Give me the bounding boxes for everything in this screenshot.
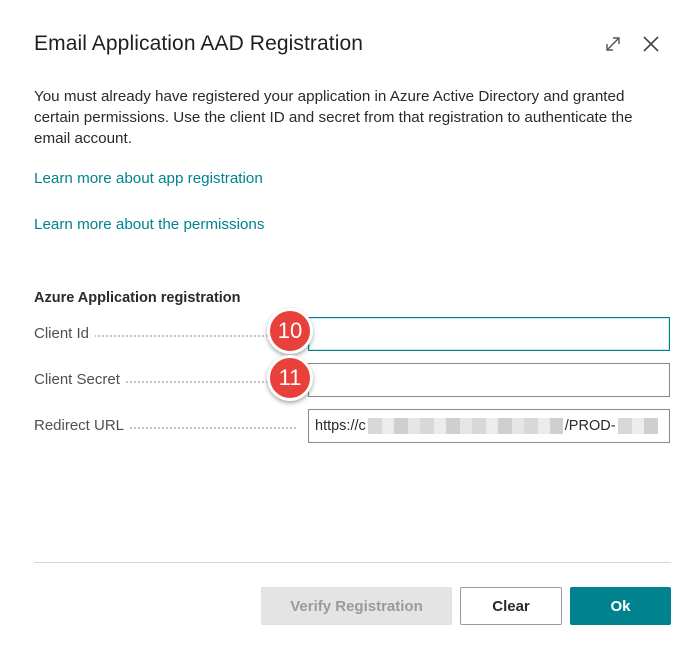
redirect-url-field[interactable]: https://c /PROD- bbox=[308, 409, 670, 443]
expand-icon[interactable] bbox=[601, 32, 625, 56]
footer-divider bbox=[34, 562, 671, 563]
client-id-input[interactable] bbox=[308, 317, 670, 351]
redirect-url-row: Redirect URL https://c /PROD- bbox=[34, 409, 671, 443]
client-id-label: Client Id bbox=[34, 325, 96, 342]
client-secret-input[interactable] bbox=[308, 363, 670, 397]
learn-more-permissions-link[interactable]: Learn more about the permissions bbox=[34, 216, 264, 233]
learn-more-app-registration-link[interactable]: Learn more about app registration bbox=[34, 170, 263, 187]
client-secret-label: Client Secret bbox=[34, 371, 126, 388]
close-icon[interactable] bbox=[639, 32, 663, 56]
redirect-url-prefix: https://c bbox=[315, 418, 366, 434]
verify-registration-button[interactable]: Verify Registration bbox=[261, 587, 452, 625]
ok-button[interactable]: Ok bbox=[570, 587, 671, 625]
step-badge-10: 10 bbox=[267, 308, 313, 354]
client-secret-row: Client Secret bbox=[34, 363, 671, 397]
redirect-url-label: Redirect URL bbox=[34, 417, 131, 434]
redacted-block bbox=[367, 418, 563, 434]
client-id-row: Client Id bbox=[34, 317, 671, 351]
dialog: Email Application AAD Registration You m… bbox=[0, 0, 691, 648]
dialog-title: Email Application AAD Registration bbox=[34, 32, 364, 55]
redacted-block bbox=[617, 418, 658, 434]
step-badge-11: 11 bbox=[267, 355, 313, 401]
section-heading: Azure Application registration bbox=[34, 290, 241, 306]
dialog-description: You must already have registered your ap… bbox=[34, 88, 633, 147]
window-controls bbox=[601, 32, 663, 56]
clear-button[interactable]: Clear bbox=[460, 587, 562, 625]
redirect-url-suffix: /PROD- bbox=[564, 418, 616, 434]
